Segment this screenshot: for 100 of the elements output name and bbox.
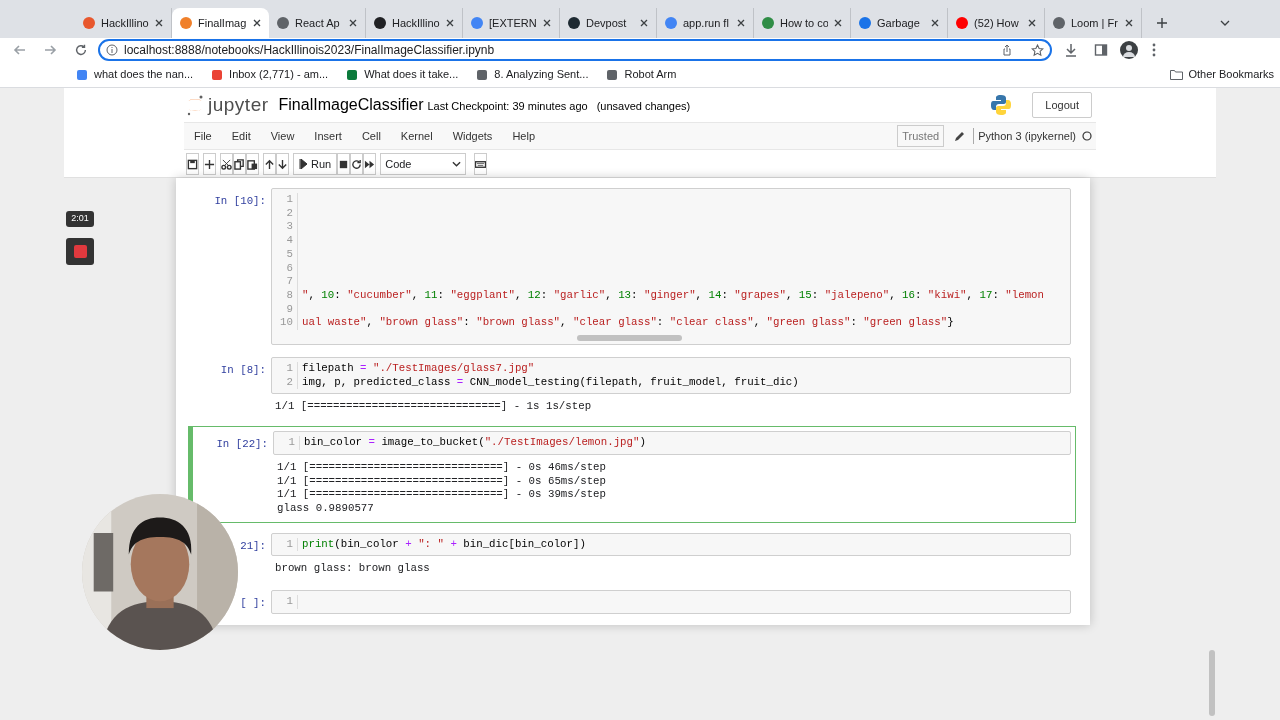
code-line: filepath = "./TestImages/glass7.jpg" [302,362,535,375]
notebook-title[interactable]: FinalImageClassifier [278,93,424,117]
line-number: 7 [286,275,293,288]
bookmark[interactable]: what does the nan... [76,66,194,83]
stop-recording-button[interactable] [66,238,94,265]
close-icon[interactable] [253,19,261,27]
paste-icon [247,158,258,170]
selected-cell[interactable] [188,426,1076,523]
code-editor[interactable]: 1 print(bin_color + ": " + bin_dic[bin_color]) [271,532,1071,557]
code-line: ual waste", "brown glass": "brown glass", "clear glass": "clear class", "green glass": "green glass"} [302,316,954,329]
close-icon[interactable] [1028,19,1036,27]
move-up-button[interactable] [263,153,276,175]
restart-button[interactable] [350,153,364,175]
keyboard-icon [475,158,487,170]
output-line: 1/1 [==============================] - 0s 39ms/step [277,488,606,501]
output-line: 1/1 [==============================] - 0s 65ms/step [277,474,606,487]
star-icon[interactable] [1031,43,1044,57]
close-icon[interactable] [737,19,745,27]
line-number: 2 [286,206,293,219]
output-line: 1/1 [==============================] - 0s 46ms/step [277,460,606,473]
close-icon[interactable] [349,19,357,27]
pencil-icon[interactable] [954,130,966,142]
line-number: 1 [288,436,295,449]
cut-button[interactable] [220,153,233,175]
reload-icon[interactable] [74,43,88,57]
copy-icon [234,158,245,170]
share-icon[interactable] [1001,44,1013,56]
menu-item[interactable]: Cell [351,123,391,149]
code-editor[interactable]: 1 bin_color = image_to_bucket("./TestImages/lemon.jpg") [273,431,1071,455]
close-icon[interactable] [543,19,551,27]
menu-item[interactable]: Edit [221,123,261,149]
step-forward-icon [299,159,307,169]
close-icon[interactable] [446,19,454,27]
kernel-name: Python 3 (ipykernel) [973,127,1076,145]
line-number: 4 [286,234,293,247]
new-tab-icon[interactable] [1156,17,1168,29]
input-prompt: In [10]: [214,195,266,207]
menu-item[interactable]: Widgets [442,123,503,149]
line-number: 1 [286,193,293,205]
avatar-icon[interactable] [1120,41,1138,59]
bookmark-folder[interactable]: Other Bookmarks [1170,66,1274,83]
fast-forward-button[interactable] [363,153,377,175]
stop-icon [73,245,87,258]
menu-item[interactable]: Insert [304,123,352,149]
line-number: 9 [286,302,293,315]
add-cell-button[interactable] [203,153,216,175]
unsaved-changes-text: (unsaved changes) [596,98,691,114]
stop-button[interactable] [337,153,351,175]
code-line: bin_color = image_to_bucket("./TestImages/lemon.jpg") [304,436,646,449]
bookmark[interactable]: What does it take... [346,66,459,83]
browser-tab[interactable]: FinalImag [172,8,269,38]
download-icon[interactable] [1064,43,1078,57]
cell-type-dropdown[interactable]: Code [380,153,467,175]
line-number: 1 [286,537,293,550]
paste-button[interactable] [246,153,259,175]
info-icon[interactable] [106,44,118,56]
python-logo-icon [990,94,1013,116]
close-icon[interactable] [834,19,842,27]
trusted-indicator[interactable]: Trusted [897,124,945,148]
tab-search-icon[interactable] [1220,20,1230,26]
input-prompt: In [8]: [220,364,266,377]
close-icon[interactable] [1125,19,1133,27]
horizontal-scrollbar[interactable] [577,335,682,342]
copy-button[interactable] [233,153,246,175]
save-button[interactable] [186,153,199,175]
close-icon[interactable] [155,19,163,27]
input-prompt: [ ]: [240,597,266,610]
code-line: ", 10: "cucumber", 11: "eggplant", 12: "garlic", 13: "ginger", 14: "grapes", 15: "jalepeno", 16: "kiwi", 17: "lemon [302,288,1044,301]
move-down-button[interactable] [276,153,289,175]
menu-item[interactable]: View [260,123,305,149]
menu-item[interactable]: File [184,123,222,149]
bookmark[interactable]: 8. Analyzing Sent... [476,66,589,83]
close-icon[interactable] [640,19,648,27]
url-text: localhost:8888/notebooks/HackIllinois2023/FinalImageClassifier.ipynb [124,42,496,59]
checkpoint-text: Last Checkpoint: 39 minutes ago [427,98,588,114]
close-icon[interactable] [931,19,939,27]
code-editor[interactable]: 1 2 filepath = "./TestImages/glass7.jpg" img, p, predicted_class = CNN_model_testing(filepath, fruit_model, fruit_dic) [271,357,1071,395]
line-number: 1 [286,595,293,608]
menu-icon[interactable] [1152,43,1156,57]
code-line: img, p, predicted_class = CNN_model_testing(filepath, fruit_model, fruit_dic) [302,375,799,388]
keyboard-button[interactable] [474,153,488,175]
bookmark[interactable]: Robot Arm [606,66,677,83]
line-number: 3 [286,220,293,233]
kernel-status-icon [1082,131,1092,141]
plus-icon [204,158,215,170]
run-button[interactable]: Run [293,153,338,175]
menu-item[interactable]: Help [502,123,545,149]
output-line: brown glass: brown glass [275,562,430,575]
caret-icon [452,161,462,167]
code-line: print(bin_color + ": " + bin_dic[bin_color]) [302,537,586,550]
address-bar[interactable]: localhost:8888/notebooks/HackIllinois2023/FinalImageClassifier.ipynb [98,39,1052,61]
page-scrollbar[interactable] [1209,650,1215,716]
fast-forward-icon [364,158,376,170]
menu-item[interactable]: Kernel [390,123,443,149]
input-prompt: In [22]: [216,438,268,451]
arrow-down-icon [277,158,288,170]
bookmark[interactable]: Inbox (2,771) - am... [211,66,329,83]
scissors-icon [221,158,232,170]
logout-button[interactable]: Logout [1032,92,1092,118]
side-panel-icon[interactable] [1094,43,1108,57]
